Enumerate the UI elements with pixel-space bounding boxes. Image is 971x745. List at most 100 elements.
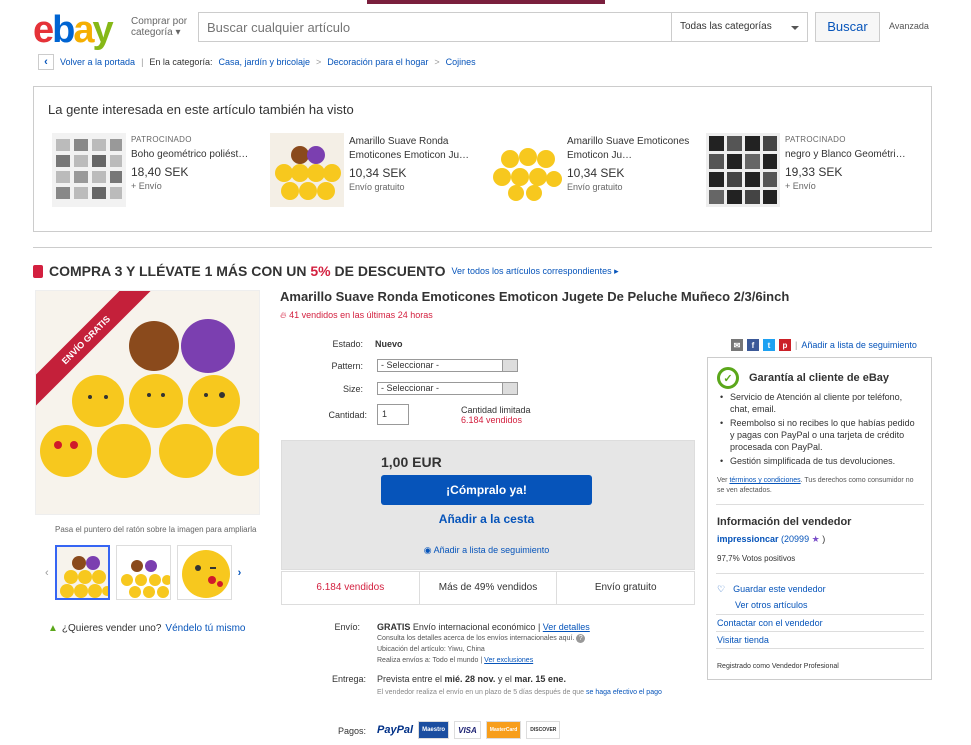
twitter-icon[interactable]: t xyxy=(763,339,775,351)
divider xyxy=(33,247,932,248)
shipping-details-link[interactable]: Ver detalles xyxy=(543,622,590,632)
back-arrow-icon[interactable]: ‹ xyxy=(38,54,54,70)
help-icon[interactable]: ? xyxy=(576,634,586,643)
divider xyxy=(716,648,924,649)
payments-label: Pagos: xyxy=(337,726,366,736)
buy-now-button[interactable]: ¡Cómpralo ya! xyxy=(381,475,592,505)
recommendations-panel: La gente interesada en este artículo tam… xyxy=(33,86,932,232)
chevron-right-icon[interactable]: › xyxy=(238,567,242,579)
black-white-pillow-thumbnail[interactable] xyxy=(706,133,780,207)
in-category-label: En la categoría: xyxy=(149,57,213,67)
back-to-home-link[interactable]: Volver a la portada xyxy=(60,57,135,67)
emoji-plush-thumbnail[interactable] xyxy=(270,133,344,207)
pillow-grid-thumbnail[interactable] xyxy=(52,133,126,207)
size-select[interactable]: - Seleccionar - xyxy=(377,382,518,395)
payment-effective-link[interactable]: se haga efectivo el pago xyxy=(586,689,662,696)
save-seller-row: ♡ Guardar este vendedor xyxy=(717,584,826,595)
recommendations-title: La gente interesada en este artículo tam… xyxy=(48,102,354,117)
stat-percent-sold: Más de 49% vendidos xyxy=(420,572,558,604)
category-select[interactable]: Todas las categorías xyxy=(671,13,807,41)
other-items-link[interactable]: Ver otros artículos xyxy=(735,600,808,610)
heart-icon[interactable]: ♡ xyxy=(717,584,725,595)
zoom-hint: Pasa el puntero del ratón sobre la image… xyxy=(55,525,257,534)
pinterest-icon[interactable]: p xyxy=(779,339,791,351)
terms-link[interactable]: términos y condiciones xyxy=(729,477,800,484)
condition-value: Nuevo xyxy=(375,339,403,349)
sponsored-label: PATROCINADO xyxy=(785,135,846,144)
breadcrumb-link[interactable]: Decoración para el hogar xyxy=(327,57,428,67)
ebay-logo[interactable]: ebay xyxy=(33,10,114,50)
see-all-items-link[interactable]: Ver todos los artículos correspondientes… xyxy=(451,266,618,277)
item-title[interactable]: Boho geométrico poliést… xyxy=(131,148,261,162)
save-seller-link[interactable]: Guardar este vendedor xyxy=(733,584,826,595)
shop-by-category[interactable]: Comprar por categoría ▾ xyxy=(131,16,187,38)
search-button[interactable]: Buscar xyxy=(815,12,880,42)
visa-logo: VISA xyxy=(454,721,481,739)
search-input[interactable] xyxy=(199,13,671,41)
add-to-watchlist-button[interactable]: ◉ Añadir a lista de seguimiento xyxy=(381,545,592,556)
item-title[interactable]: Amarillo Suave Emoticones Emoticon Ju… xyxy=(567,135,697,163)
divider xyxy=(716,504,924,505)
ships-to: Realiza envíos a: Todo el mundo | Ver ex… xyxy=(377,657,534,664)
guarantee-point: Gestión simplificada de tus devoluciones… xyxy=(720,455,920,467)
facebook-icon[interactable]: f xyxy=(747,339,759,351)
quantity-input[interactable]: 1 xyxy=(377,404,409,425)
sell-yours-link[interactable]: Véndelo tú mismo xyxy=(165,623,245,634)
main-product-image[interactable]: ENVÍO GRATIS xyxy=(35,290,260,515)
feedback-score-link[interactable]: (20999 xyxy=(781,534,809,544)
sell-one-prompt: ▲ ¿Quieres vender uno? Véndelo tú mismo xyxy=(48,623,245,634)
stat-free-shipping: Envío gratuito xyxy=(594,582,657,593)
divider xyxy=(716,614,924,615)
add-to-cart-button[interactable]: Añadir a la cesta xyxy=(381,512,592,526)
top-accent-bar xyxy=(367,0,605,4)
payment-methods: PayPal Maestro VISA MasterCard DISCOVER xyxy=(377,721,561,739)
chevron-left-icon[interactable]: ‹ xyxy=(45,567,49,579)
search-bar: Todas las categorías xyxy=(198,12,808,42)
guarantee-point: Servicio de Atención al cliente por telé… xyxy=(720,391,920,415)
guarantee-list: Servicio de Atención al cliente por telé… xyxy=(720,391,920,469)
divider xyxy=(716,573,924,574)
breadcrumb: ‹ Volver a la portada | En la categoría:… xyxy=(38,54,476,70)
seller-name-row: impressioncar (20999 ★ ) xyxy=(717,534,826,544)
email-icon[interactable]: ✉ xyxy=(731,339,743,351)
hot-sales-indicator: 🔥︎ 41 vendidos en las últimas 24 horas xyxy=(280,310,433,320)
share-bar: ✉ f t p | Añadir a lista de seguimiento xyxy=(731,339,917,351)
visit-store-link[interactable]: Visitar tienda xyxy=(717,635,769,645)
maestro-logo: Maestro xyxy=(418,721,450,739)
recommended-item[interactable]: PATROCINADO Boho geométrico poliést… 18,40… xyxy=(52,133,262,209)
guarantee-title: Garantía al cliente de eBay xyxy=(749,372,890,384)
paypal-logo: PayPal xyxy=(377,724,414,736)
breadcrumb-link[interactable]: Casa, jardín y bricolaje xyxy=(218,57,310,67)
recommended-item[interactable]: Amarillo Suave Ronda Emoticones Emoticon… xyxy=(270,133,480,209)
item-shipping: + Envío xyxy=(131,181,162,191)
contact-seller-link[interactable]: Contactar con el vendedor xyxy=(717,618,823,628)
shipping-info: GRATIS Envío internacional económico | V… xyxy=(377,622,590,632)
condition-label: Estado: xyxy=(332,339,363,349)
item-title[interactable]: Amarillo Suave Ronda Emoticones Emoticon… xyxy=(349,135,479,163)
image-thumbnail[interactable] xyxy=(54,545,110,600)
delivery-estimate: Prevista entre el mié. 28 nov. y el mar.… xyxy=(377,674,566,684)
image-thumbnail[interactable] xyxy=(115,545,171,600)
recommended-item[interactable]: Amarillo Suave Emoticones Emoticon Ju… 10… xyxy=(488,133,698,209)
pattern-select[interactable]: - Seleccionar - xyxy=(377,359,518,372)
emoji-plush-thumbnail[interactable] xyxy=(488,133,562,207)
image-thumbnail[interactable] xyxy=(176,545,232,600)
guarantee-point: Reembolso si no recibes lo que habías pe… xyxy=(720,417,920,453)
exclusions-link[interactable]: Ver exclusiones xyxy=(484,657,533,664)
limited-quantity: Cantidad limitada 6.184 vendidos xyxy=(461,405,531,425)
recommended-item[interactable]: PATROCINADO negro y Blanco Geométri… 19,33… xyxy=(706,133,916,209)
item-price: 19,33 SEK xyxy=(785,165,843,179)
breadcrumb-link[interactable]: Cojines xyxy=(446,57,476,67)
divider xyxy=(716,631,924,632)
advanced-search-link[interactable]: Avanzada xyxy=(889,21,929,31)
item-title[interactable]: negro y Blanco Geométri… xyxy=(785,148,915,162)
sponsored-label: PATROCINADO xyxy=(131,135,192,144)
mastercard-logo: MasterCard xyxy=(485,721,522,739)
price-tag-icon xyxy=(33,264,43,278)
registered-business: Registrado como Vendedor Profesional xyxy=(717,663,839,670)
item-price: 10,34 SEK xyxy=(349,166,407,180)
add-to-watchlist-link[interactable]: Añadir a lista de seguimiento xyxy=(801,340,917,350)
pattern-label: Pattern: xyxy=(331,360,363,371)
seller-name-link[interactable]: impressioncar xyxy=(717,534,779,544)
intl-shipping-note: Consulta los detalles acerca de los enví… xyxy=(377,634,586,643)
